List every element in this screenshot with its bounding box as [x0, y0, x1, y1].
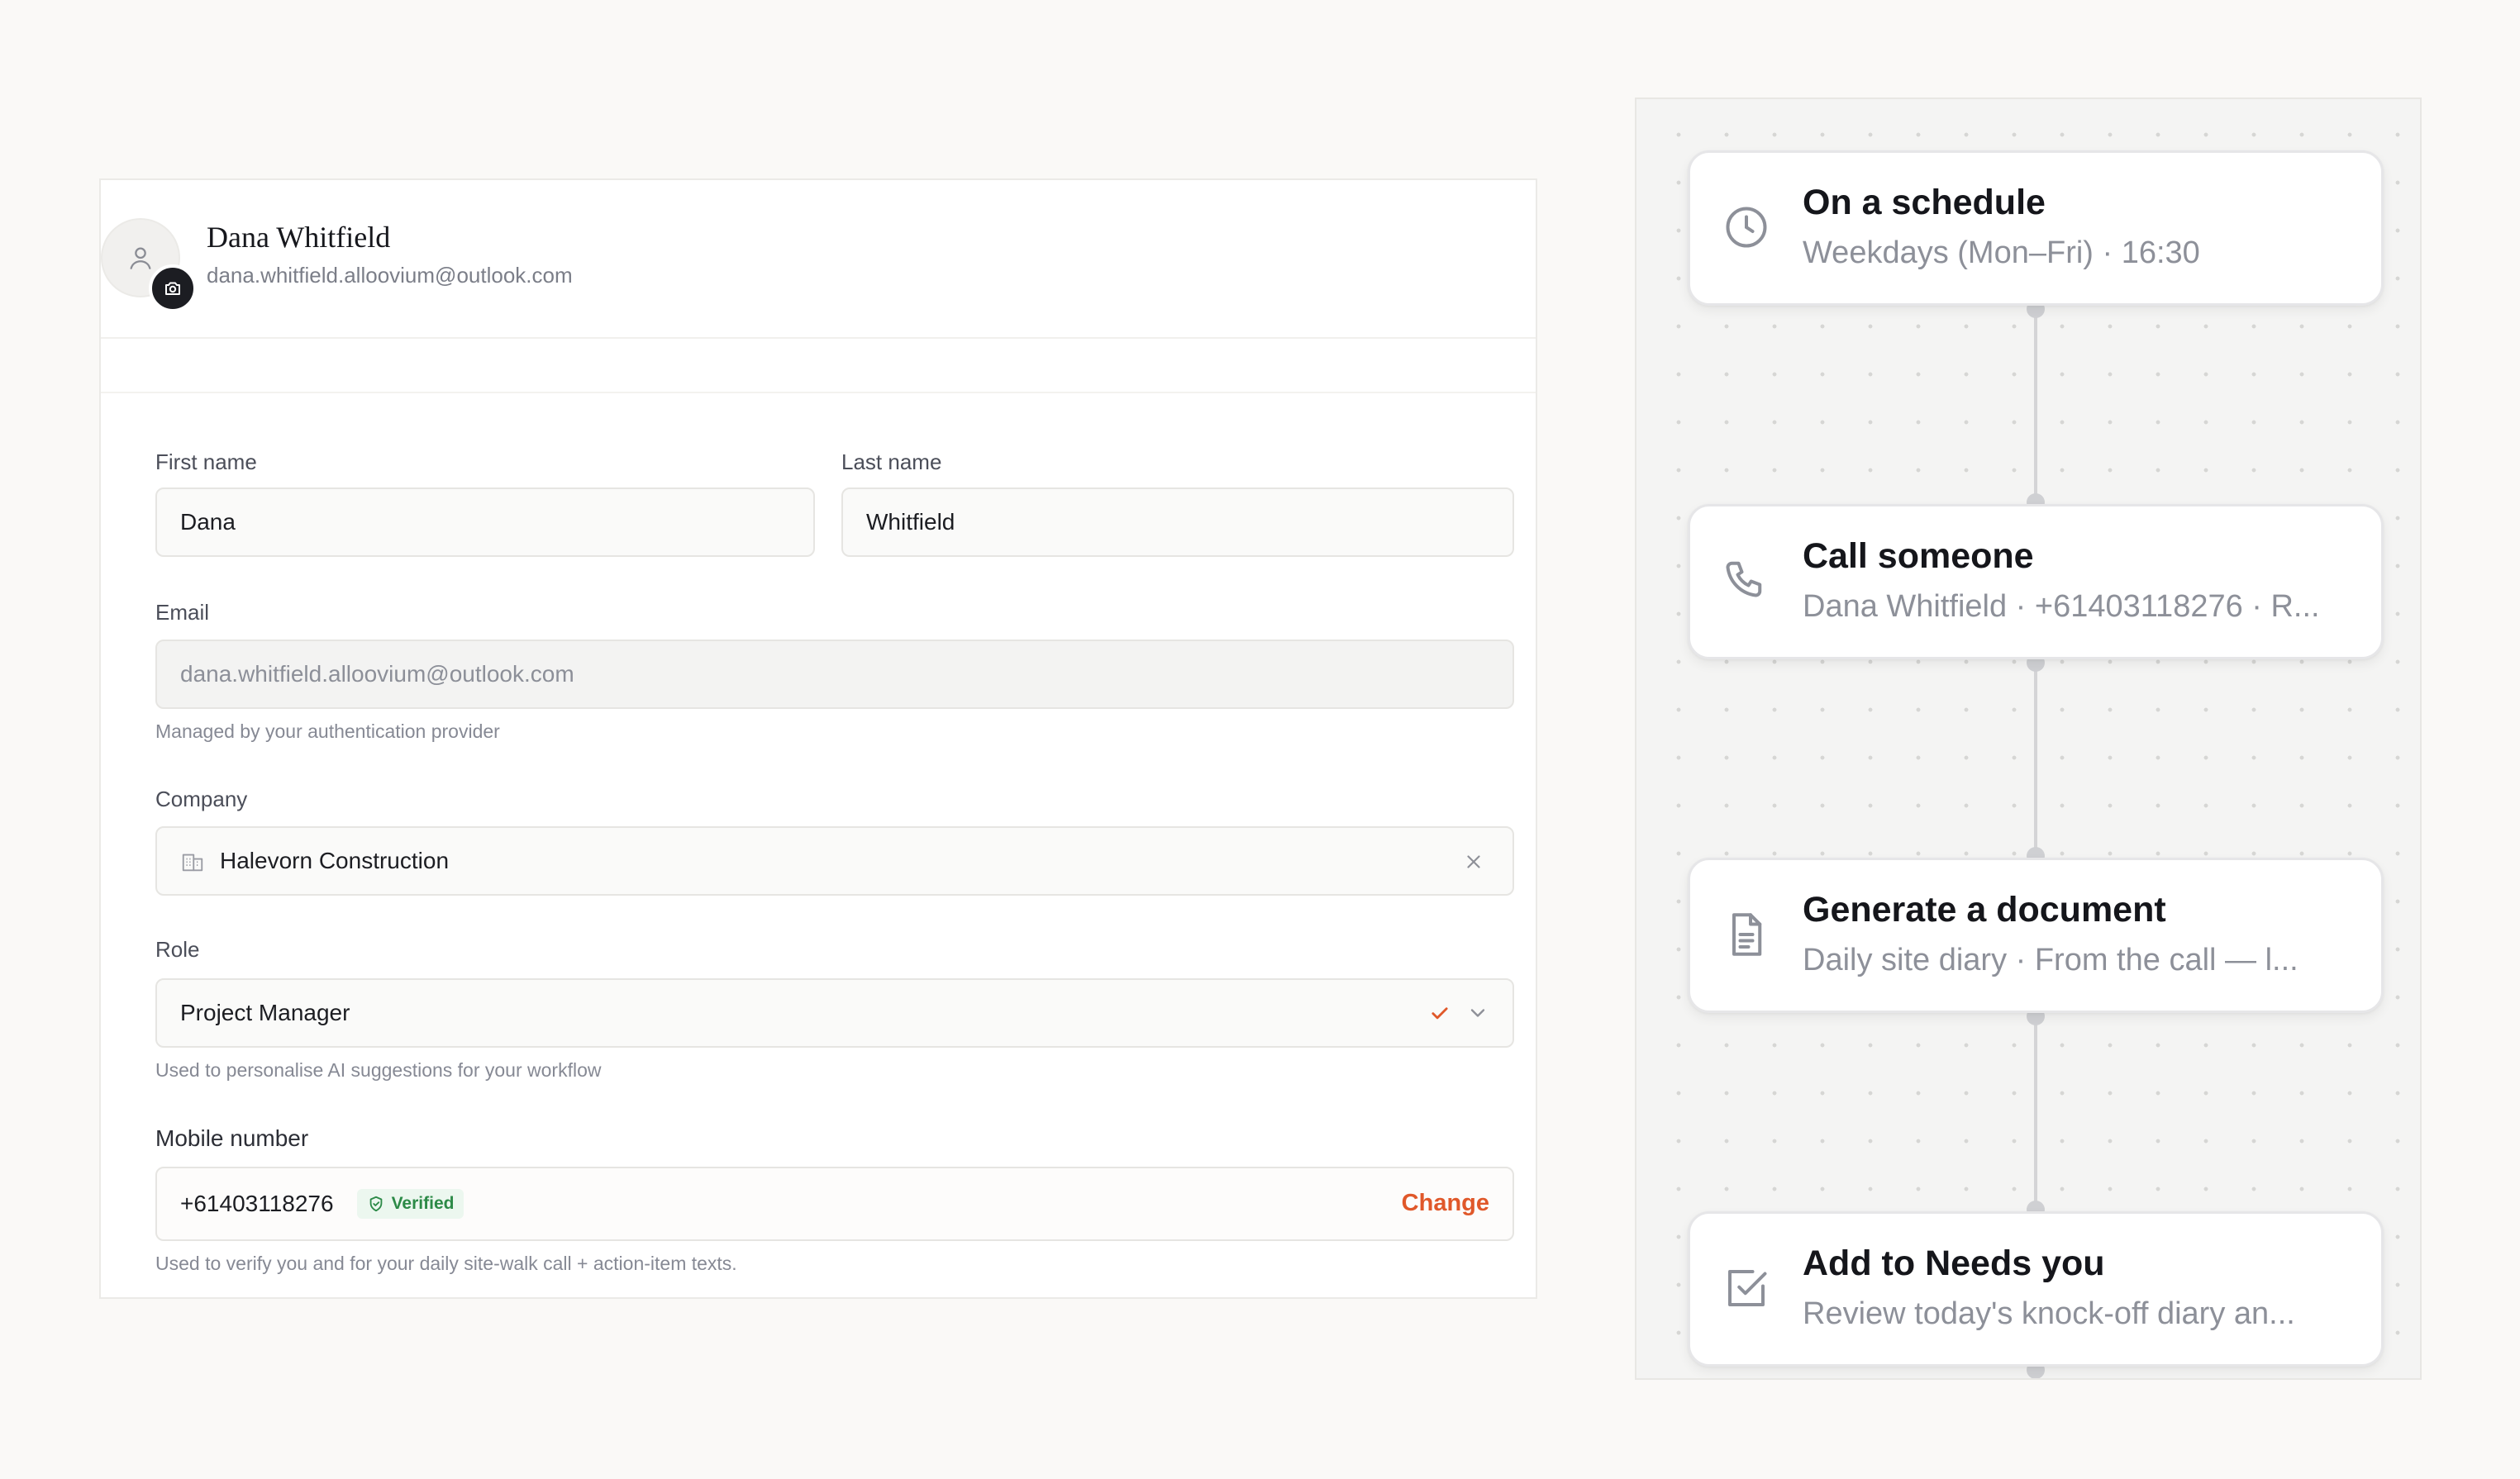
step-title: Generate a document	[1803, 890, 2166, 930]
role-select[interactable]: Project Manager	[155, 978, 1514, 1048]
company-label: Company	[155, 787, 248, 811]
change-photo-button[interactable]	[149, 264, 197, 312]
step-title: On a schedule	[1803, 183, 2046, 222]
checkbox-icon	[1722, 1263, 1771, 1313]
shield-check-icon	[367, 1195, 385, 1213]
role-helper: Used to personalise AI suggestions for y…	[155, 1059, 602, 1081]
last-name-label: Last name	[841, 449, 942, 474]
first-name-value: Dana	[180, 509, 236, 535]
mobile-value: +61403118276	[180, 1191, 334, 1216]
step-title: Call someone	[1803, 536, 2034, 576]
email-value: dana.whitfield.alloovium@outlook.com	[180, 661, 574, 687]
step-subtitle: Daily site diary · From the call — l...	[1803, 943, 2298, 977]
verified-label: Verified	[391, 1194, 455, 1213]
mobile-field: +61403118276 Verified Change	[155, 1167, 1514, 1241]
user-icon	[126, 244, 155, 272]
step-subtitle: Dana Whitfield · +61403118276 · R...	[1803, 589, 2320, 624]
mobile-label: Mobile number	[155, 1125, 309, 1151]
email-field: dana.whitfield.alloovium@outlook.com	[155, 640, 1514, 709]
connector-line	[2034, 1018, 2037, 1211]
role-label: Role	[155, 937, 200, 962]
mobile-helper: Used to verify you and for your daily si…	[155, 1253, 737, 1274]
camera-icon	[163, 278, 183, 298]
building-icon	[180, 849, 205, 873]
last-name-input[interactable]: Whitfield	[841, 487, 1514, 557]
profile-email: dana.whitfield.alloovium@outlook.com	[207, 263, 573, 288]
chevron-down-icon[interactable]	[1466, 1001, 1489, 1025]
verified-badge: Verified	[356, 1189, 464, 1219]
profile-name: Dana Whitfield	[207, 221, 391, 254]
workflow-step-call[interactable]: Call someone Dana Whitfield · +614031182…	[1688, 504, 2384, 659]
section-divider	[101, 339, 1536, 393]
connector-line	[2034, 664, 2037, 858]
step-subtitle: Review today's knock-off diary an...	[1803, 1296, 2295, 1331]
close-icon[interactable]	[1463, 851, 1484, 873]
workflow-step-needs-you[interactable]: Add to Needs you Review today's knock-of…	[1688, 1211, 2384, 1367]
first-name-input[interactable]: Dana	[155, 487, 815, 557]
company-input[interactable]: Halevorn Construction	[155, 826, 1514, 896]
company-value: Halevorn Construction	[220, 848, 450, 873]
document-icon	[1722, 910, 1771, 959]
change-mobile-button[interactable]: Change	[1402, 1190, 1489, 1217]
clock-icon	[1722, 202, 1771, 252]
last-name-value: Whitfield	[866, 509, 955, 535]
step-title: Add to Needs you	[1803, 1244, 2105, 1283]
phone-icon	[1722, 556, 1771, 606]
role-select-icons	[1428, 1001, 1489, 1025]
workflow-canvas: On a schedule Weekdays (Mon–Fri) · 16:30…	[1635, 97, 2422, 1380]
check-icon	[1428, 1001, 1451, 1025]
connector-line	[2034, 311, 2037, 504]
email-label: Email	[155, 600, 210, 625]
profile-panel: Dana Whitfield dana.whitfield.alloovium@…	[99, 178, 1537, 1299]
workflow-step-schedule[interactable]: On a schedule Weekdays (Mon–Fri) · 16:30	[1688, 150, 2384, 306]
role-value: Project Manager	[180, 1000, 350, 1025]
workflow-step-document[interactable]: Generate a document Daily site diary · F…	[1688, 858, 2384, 1013]
email-helper: Managed by your authentication provider	[155, 720, 500, 742]
first-name-label: First name	[155, 449, 257, 474]
step-subtitle: Weekdays (Mon–Fri) · 16:30	[1803, 235, 2200, 270]
profile-header: Dana Whitfield dana.whitfield.alloovium@…	[101, 180, 1536, 339]
